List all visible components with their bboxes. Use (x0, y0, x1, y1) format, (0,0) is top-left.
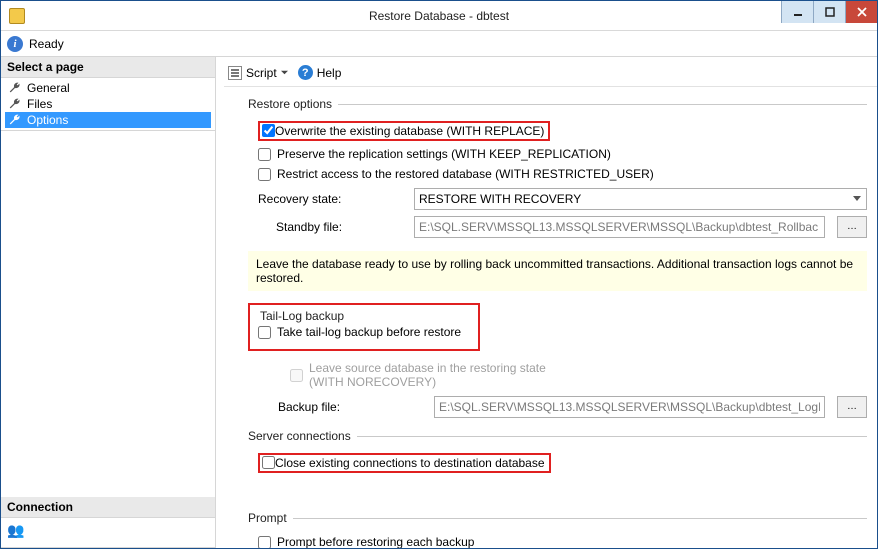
sidebar-item-files[interactable]: Files (5, 96, 211, 112)
script-label: Script (246, 66, 277, 80)
sidebar-item-label: Options (27, 113, 68, 127)
sidebar: Select a page General Files Options Conn… (1, 57, 216, 548)
take-taillog-checkbox[interactable] (258, 326, 271, 339)
main-panel: Script ? Help Restore options Overwrite … (216, 57, 877, 548)
standby-browse-button[interactable]: … (837, 216, 867, 238)
status-bar: i Ready (1, 31, 877, 57)
restrict-access-label: Restrict access to the restored database… (277, 167, 654, 181)
server-connections-group: Server connections Close existing connec… (248, 429, 867, 477)
close-connections-label: Close existing connections to destinatio… (275, 456, 545, 470)
overwrite-checkbox[interactable] (262, 124, 275, 137)
prompt-each-label: Prompt before restoring each backup (277, 535, 474, 548)
prompt-group: Prompt Prompt before restoring each back… (248, 511, 867, 548)
close-connections-checkbox[interactable] (262, 456, 275, 469)
overwrite-label: Overwrite the existing database (WITH RE… (275, 124, 544, 138)
sidebar-item-general[interactable]: General (5, 80, 211, 96)
window-title: Restore Database - dbtest (1, 9, 877, 23)
status-text: Ready (29, 37, 64, 51)
backup-browse-button[interactable]: … (837, 396, 867, 418)
recovery-state-label: Recovery state: (258, 192, 408, 206)
connection-header: Connection (1, 497, 215, 518)
recovery-state-select[interactable]: RESTORE WITH RECOVERY (414, 188, 867, 210)
server-connections-legend: Server connections (248, 429, 357, 443)
app-icon (9, 8, 25, 24)
select-page-header: Select a page (1, 57, 215, 78)
window-minimize-button[interactable] (781, 1, 813, 23)
preserve-replication-label: Preserve the replication settings (WITH … (277, 147, 611, 161)
prompt-legend: Prompt (248, 511, 293, 525)
help-button[interactable]: ? Help (298, 65, 342, 80)
sidebar-item-label: Files (27, 97, 52, 111)
backup-file-label: Backup file: (278, 400, 428, 414)
toolbar: Script ? Help (224, 63, 877, 87)
take-taillog-label: Take tail-log backup before restore (277, 325, 461, 339)
window-close-button[interactable] (845, 1, 877, 23)
restore-options-group: Restore options Overwrite the existing d… (248, 97, 867, 241)
standby-file-input[interactable] (414, 216, 825, 238)
backup-file-input[interactable] (434, 396, 825, 418)
recovery-note: Leave the database ready to use by rolli… (248, 251, 867, 291)
taillog-legend: Tail-Log backup (256, 309, 348, 323)
wrench-icon (8, 97, 22, 111)
standby-file-label: Standby file: (258, 220, 408, 234)
prompt-each-checkbox[interactable] (258, 536, 271, 549)
leave-source-label: Leave source database in the restoring s… (309, 361, 546, 389)
sidebar-item-label: General (27, 81, 70, 95)
wrench-icon (8, 81, 22, 95)
preserve-replication-checkbox[interactable] (258, 148, 271, 161)
sidebar-item-options[interactable]: Options (5, 112, 211, 128)
restore-options-legend: Restore options (248, 97, 338, 111)
help-icon: ? (298, 65, 313, 80)
chevron-down-icon (281, 69, 288, 76)
leave-source-checkbox (290, 369, 303, 382)
restrict-access-checkbox[interactable] (258, 168, 271, 181)
connection-icon: 👥 (7, 522, 24, 538)
window-titlebar: Restore Database - dbtest (1, 1, 877, 31)
wrench-icon (8, 113, 22, 127)
info-icon: i (7, 36, 23, 52)
taillog-group: Tail-Log backup Take tail-log backup bef… (256, 309, 472, 343)
window-maximize-button[interactable] (813, 1, 845, 23)
script-icon (228, 66, 242, 80)
script-button[interactable]: Script (228, 66, 288, 80)
help-label: Help (317, 66, 342, 80)
